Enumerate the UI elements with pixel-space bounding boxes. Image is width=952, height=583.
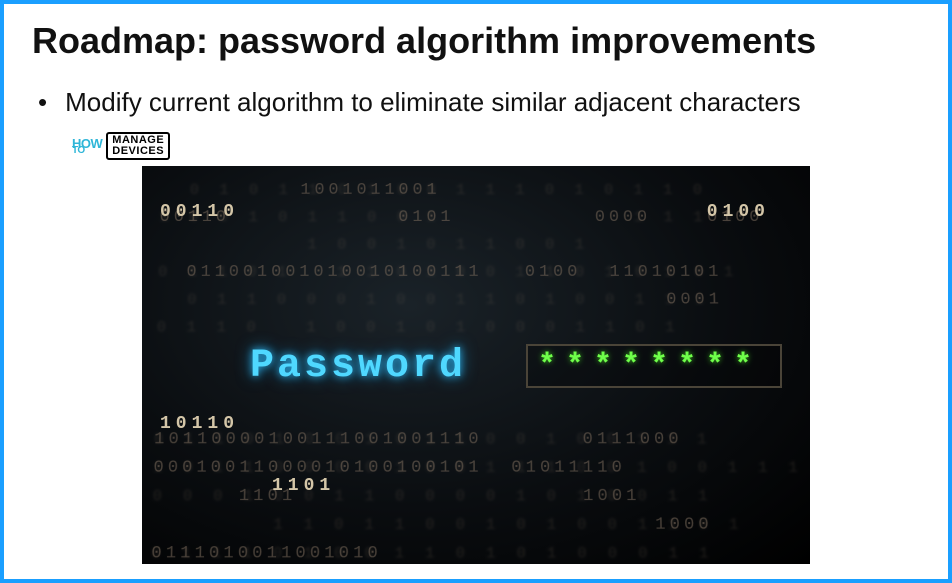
page-title: Roadmap: password algorithm improvements [32, 20, 920, 62]
bullet-text: Modify current algorithm to eliminate si… [65, 84, 801, 120]
badge-line2: DEVICES [112, 146, 164, 157]
badge-to: TO [72, 146, 85, 155]
binary-highlight: 00110 [160, 202, 239, 222]
watermark-badge: HOW TO MANAGE DEVICES [72, 132, 170, 160]
binary-highlight: 10110 [160, 414, 239, 434]
bullet-marker: • [38, 84, 47, 120]
password-label: Password [250, 344, 466, 389]
hero-image: 0 1 0 1 1 0 1 0 0 1 1 1 0 1 0 1 1 0 1 0 … [142, 166, 810, 564]
password-field: ******** [526, 344, 782, 388]
binary-highlight: 0100 [707, 202, 770, 222]
bullet-item: • Modify current algorithm to eliminate … [38, 84, 920, 120]
password-mask: ******** [538, 349, 762, 383]
binary-highlight: 1101 [272, 476, 335, 496]
